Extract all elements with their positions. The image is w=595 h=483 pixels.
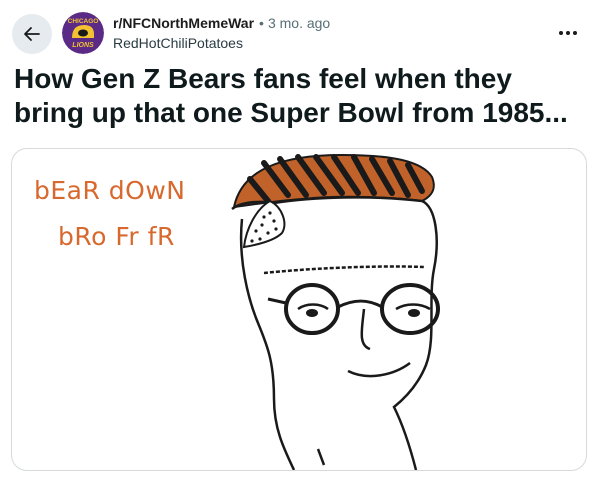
- post-image[interactable]: bEaR dOwN bRo Fr fR: [11, 148, 587, 471]
- back-button[interactable]: [12, 14, 52, 54]
- post-title[interactable]: How Gen Z Bears fans feel when they brin…: [14, 62, 584, 130]
- post-time: 3 mo. ago: [267, 15, 331, 31]
- more-options-button[interactable]: [553, 18, 583, 48]
- post-meta: r/NFCNorthMemeWar • 3 mo. ago RedHotChil…: [113, 14, 330, 52]
- ear: [242, 199, 286, 249]
- wojak-drawing: [231, 153, 440, 470]
- author-link[interactable]: RedHotChiliPotatoes: [113, 34, 330, 52]
- separator-dot: •: [259, 15, 264, 31]
- smile: [347, 361, 411, 378]
- ellipsis-icon: [559, 31, 577, 35]
- subreddit-link[interactable]: r/NFCNorthMemeWar: [113, 14, 254, 32]
- avatar-top-text: CHICAGO: [68, 18, 99, 25]
- avatar-bottom-text: LIONS: [72, 42, 94, 49]
- subreddit-avatar[interactable]: CHICAGO LIONS: [62, 12, 104, 54]
- arrow-left-icon: [24, 27, 40, 41]
